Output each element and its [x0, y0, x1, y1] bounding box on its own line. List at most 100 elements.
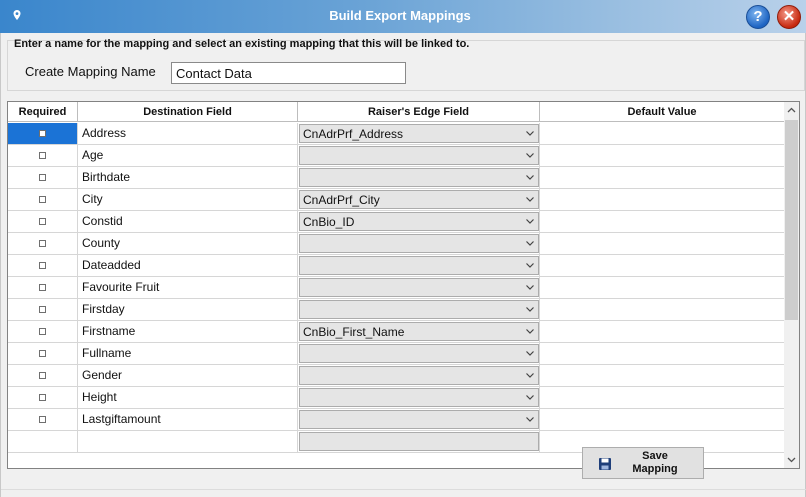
default-value-cell[interactable] [540, 365, 784, 386]
chevron-down-icon[interactable] [522, 279, 538, 296]
table-row[interactable]: Height [8, 387, 784, 409]
default-value-cell[interactable] [540, 233, 784, 254]
destination-field-cell: Lastgiftamount [78, 409, 298, 430]
required-checkbox[interactable] [39, 130, 46, 137]
default-value-cell[interactable] [540, 343, 784, 364]
required-cell[interactable] [8, 299, 78, 320]
required-cell[interactable] [8, 409, 78, 430]
required-cell[interactable] [8, 321, 78, 342]
chevron-down-icon[interactable] [522, 169, 538, 186]
chevron-down-icon[interactable] [522, 411, 538, 428]
column-header-default-value[interactable]: Default Value [540, 102, 784, 122]
column-header-raisers-edge-field[interactable]: Raiser's Edge Field [298, 102, 540, 122]
table-row[interactable]: Firstday [8, 299, 784, 321]
table-row[interactable]: Gender [8, 365, 784, 387]
chevron-down-icon[interactable] [522, 191, 538, 208]
required-cell[interactable] [8, 189, 78, 210]
table-row[interactable]: Constid CnBio_ID [8, 211, 784, 233]
table-row[interactable]: County [8, 233, 784, 255]
table-row[interactable]: Firstname CnBio_First_Name [8, 321, 784, 343]
required-cell[interactable] [8, 387, 78, 408]
required-cell[interactable] [8, 255, 78, 276]
raisers-edge-field-dropdown[interactable] [299, 300, 539, 319]
required-checkbox[interactable] [39, 218, 46, 225]
table-row[interactable]: Birthdate [8, 167, 784, 189]
raisers-edge-field-dropdown[interactable] [299, 168, 539, 187]
table-row[interactable]: Address CnAdrPrf_Address [8, 123, 784, 145]
required-cell[interactable] [8, 145, 78, 166]
required-checkbox[interactable] [39, 394, 46, 401]
mapping-name-input[interactable] [171, 62, 406, 84]
default-value-cell[interactable] [540, 123, 784, 144]
destination-field-cell: Age [78, 145, 298, 166]
table-row[interactable]: Fullname [8, 343, 784, 365]
chevron-down-icon[interactable] [522, 323, 538, 340]
raisers-edge-field-dropdown[interactable] [299, 234, 539, 253]
default-value-cell[interactable] [540, 299, 784, 320]
chevron-down-icon[interactable] [522, 147, 538, 164]
chevron-down-icon[interactable] [522, 301, 538, 318]
chevron-down-icon[interactable] [522, 213, 538, 230]
required-cell[interactable] [8, 167, 78, 188]
default-value-cell[interactable] [540, 255, 784, 276]
save-mapping-button[interactable]: Save Mapping [582, 447, 704, 479]
required-cell[interactable] [8, 211, 78, 232]
default-value-cell[interactable] [540, 321, 784, 342]
default-value-cell[interactable] [540, 409, 784, 430]
required-checkbox[interactable] [39, 328, 46, 335]
column-header-destination-field[interactable]: Destination Field [78, 102, 298, 122]
required-checkbox[interactable] [39, 196, 46, 203]
default-value-cell[interactable] [540, 167, 784, 188]
chevron-down-icon[interactable] [522, 125, 538, 142]
chevron-down-icon[interactable] [522, 389, 538, 406]
scroll-thumb[interactable] [785, 120, 798, 320]
required-checkbox[interactable] [39, 152, 46, 159]
required-cell[interactable] [8, 431, 78, 452]
table-row[interactable]: Dateadded [8, 255, 784, 277]
required-cell[interactable] [8, 343, 78, 364]
required-checkbox[interactable] [39, 262, 46, 269]
raisers-edge-field-dropdown[interactable] [299, 432, 539, 451]
raisers-edge-field-dropdown[interactable] [299, 146, 539, 165]
required-checkbox[interactable] [39, 174, 46, 181]
required-cell[interactable] [8, 277, 78, 298]
raisers-edge-field-dropdown[interactable]: CnBio_ID [299, 212, 539, 231]
vertical-scrollbar[interactable] [784, 102, 799, 468]
raisers-edge-field-dropdown[interactable] [299, 344, 539, 363]
default-value-cell[interactable] [540, 145, 784, 166]
scroll-up-icon[interactable] [784, 102, 799, 119]
raisers-edge-field-dropdown[interactable]: CnBio_First_Name [299, 322, 539, 341]
chevron-down-icon[interactable] [522, 235, 538, 252]
default-value-cell[interactable] [540, 189, 784, 210]
default-value-cell[interactable] [540, 211, 784, 232]
raisers-edge-field-dropdown[interactable] [299, 366, 539, 385]
required-cell[interactable] [8, 233, 78, 254]
required-checkbox[interactable] [39, 350, 46, 357]
required-cell[interactable] [8, 123, 78, 144]
raisers-edge-field-dropdown[interactable]: CnAdrPrf_Address [299, 124, 539, 143]
help-icon[interactable]: ? [746, 5, 770, 29]
required-checkbox[interactable] [39, 240, 46, 247]
raisers-edge-field-dropdown[interactable] [299, 256, 539, 275]
table-row[interactable]: Favourite Fruit [8, 277, 784, 299]
default-value-cell[interactable] [540, 387, 784, 408]
raisers-edge-field-dropdown[interactable] [299, 388, 539, 407]
chevron-down-icon[interactable] [522, 257, 538, 274]
chevron-down-icon[interactable] [522, 367, 538, 384]
required-checkbox[interactable] [39, 306, 46, 313]
raisers-edge-field-dropdown[interactable] [299, 278, 539, 297]
required-cell[interactable] [8, 365, 78, 386]
close-icon[interactable]: ✕ [777, 5, 801, 29]
scroll-down-icon[interactable] [784, 451, 799, 468]
required-checkbox[interactable] [39, 284, 46, 291]
raisers-edge-field-dropdown[interactable]: CnAdrPrf_City [299, 190, 539, 209]
table-row[interactable]: City CnAdrPrf_City [8, 189, 784, 211]
table-row[interactable]: Lastgiftamount [8, 409, 784, 431]
default-value-cell[interactable] [540, 277, 784, 298]
required-checkbox[interactable] [39, 372, 46, 379]
chevron-down-icon[interactable] [522, 345, 538, 362]
column-header-required[interactable]: Required [8, 102, 78, 122]
raisers-edge-field-dropdown[interactable] [299, 410, 539, 429]
required-checkbox[interactable] [39, 416, 46, 423]
table-row[interactable]: Age [8, 145, 784, 167]
